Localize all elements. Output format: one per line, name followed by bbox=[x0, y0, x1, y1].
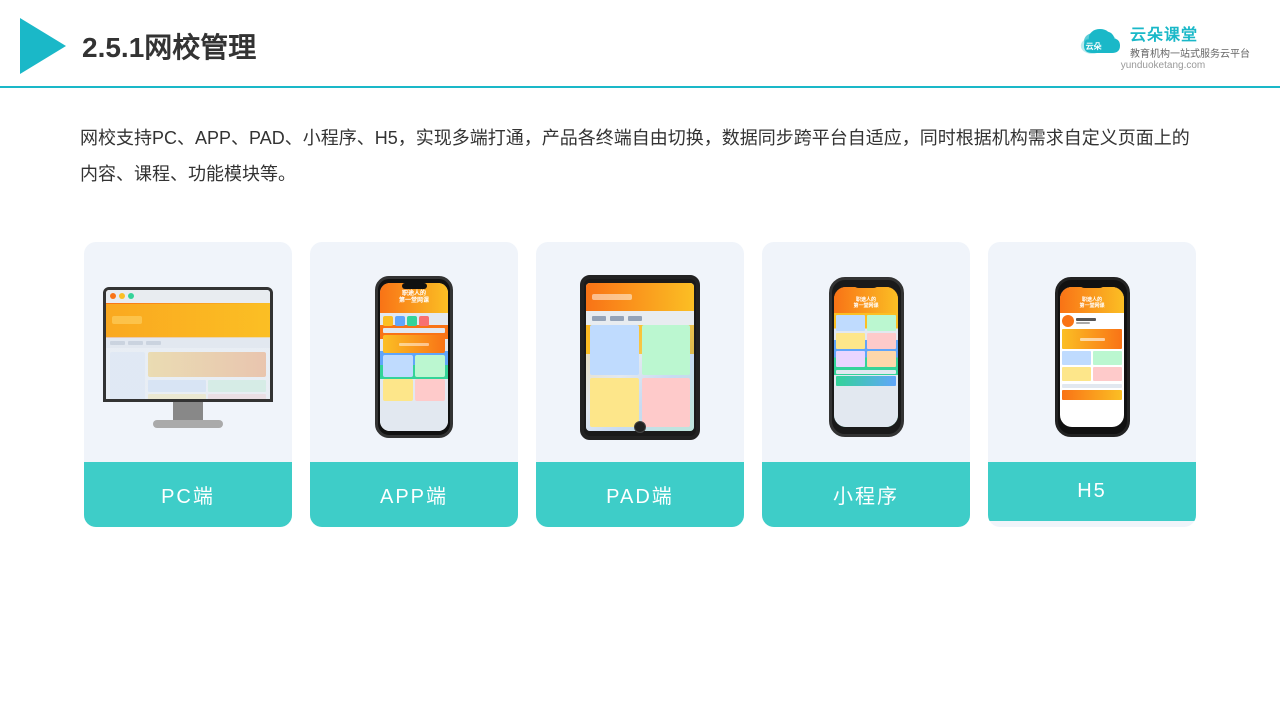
pad-tablet-icon bbox=[580, 275, 700, 440]
card-app-image: 职途人的第一堂网课 bbox=[310, 242, 518, 462]
cards-container: PC端 职途人的第一堂网课 bbox=[0, 222, 1280, 547]
card-miniapp-image: 职途人的第一堂网课 bbox=[762, 242, 970, 462]
card-pc: PC端 bbox=[84, 242, 292, 527]
h5-phone-icon: 职途人的第一堂网课 bbox=[1055, 277, 1130, 437]
brand-slogan: 教育机构一站式服务云平台 bbox=[1130, 45, 1250, 60]
brand-logo: 云朵 云朵课堂 教育机构一站式服务云平台 bbox=[1076, 21, 1250, 60]
pc-monitor-icon bbox=[103, 287, 273, 428]
card-pc-image bbox=[84, 242, 292, 462]
description-text: 网校支持PC、APP、PAD、小程序、H5，实现多端打通，产品各终端自由切换，数… bbox=[0, 88, 1280, 212]
logo-triangle-icon bbox=[20, 18, 66, 74]
card-miniapp: 职途人的第一堂网课 bbox=[762, 242, 970, 527]
header-right: 云朵 云朵课堂 教育机构一站式服务云平台 yunduoketang.com bbox=[1076, 21, 1250, 71]
brand-text: 云朵课堂 教育机构一站式服务云平台 bbox=[1130, 21, 1250, 60]
card-pc-label: PC端 bbox=[84, 462, 292, 527]
card-pad: PAD端 bbox=[536, 242, 744, 527]
card-pad-image bbox=[536, 242, 744, 462]
card-app: 职途人的第一堂网课 bbox=[310, 242, 518, 527]
brand-url: yunduoketang.com bbox=[1121, 60, 1206, 71]
header-left: 2.5.1网校管理 bbox=[20, 18, 256, 74]
page-title: 2.5.1网校管理 bbox=[82, 26, 256, 66]
app-phone-icon: 职途人的第一堂网课 bbox=[375, 276, 453, 438]
cloud-icon: 云朵 bbox=[1076, 25, 1124, 57]
card-pad-label: PAD端 bbox=[536, 462, 744, 527]
card-miniapp-label: 小程序 bbox=[762, 462, 970, 527]
miniapp-phone-icon: 职途人的第一堂网课 bbox=[829, 277, 904, 437]
header: 2.5.1网校管理 云朵 云朵课堂 教育机构一站式服务云平台 yunduoket… bbox=[0, 0, 1280, 88]
card-h5-label: H5 bbox=[988, 462, 1196, 521]
card-app-label: APP端 bbox=[310, 462, 518, 527]
brand-name: 云朵课堂 bbox=[1130, 21, 1198, 45]
card-h5-image: 职途人的第一堂网课 bbox=[988, 242, 1196, 462]
description-paragraph: 网校支持PC、APP、PAD、小程序、H5，实现多端打通，产品各终端自由切换，数… bbox=[80, 120, 1200, 192]
svg-text:云朵: 云朵 bbox=[1086, 41, 1102, 51]
card-h5: 职途人的第一堂网课 bbox=[988, 242, 1196, 527]
